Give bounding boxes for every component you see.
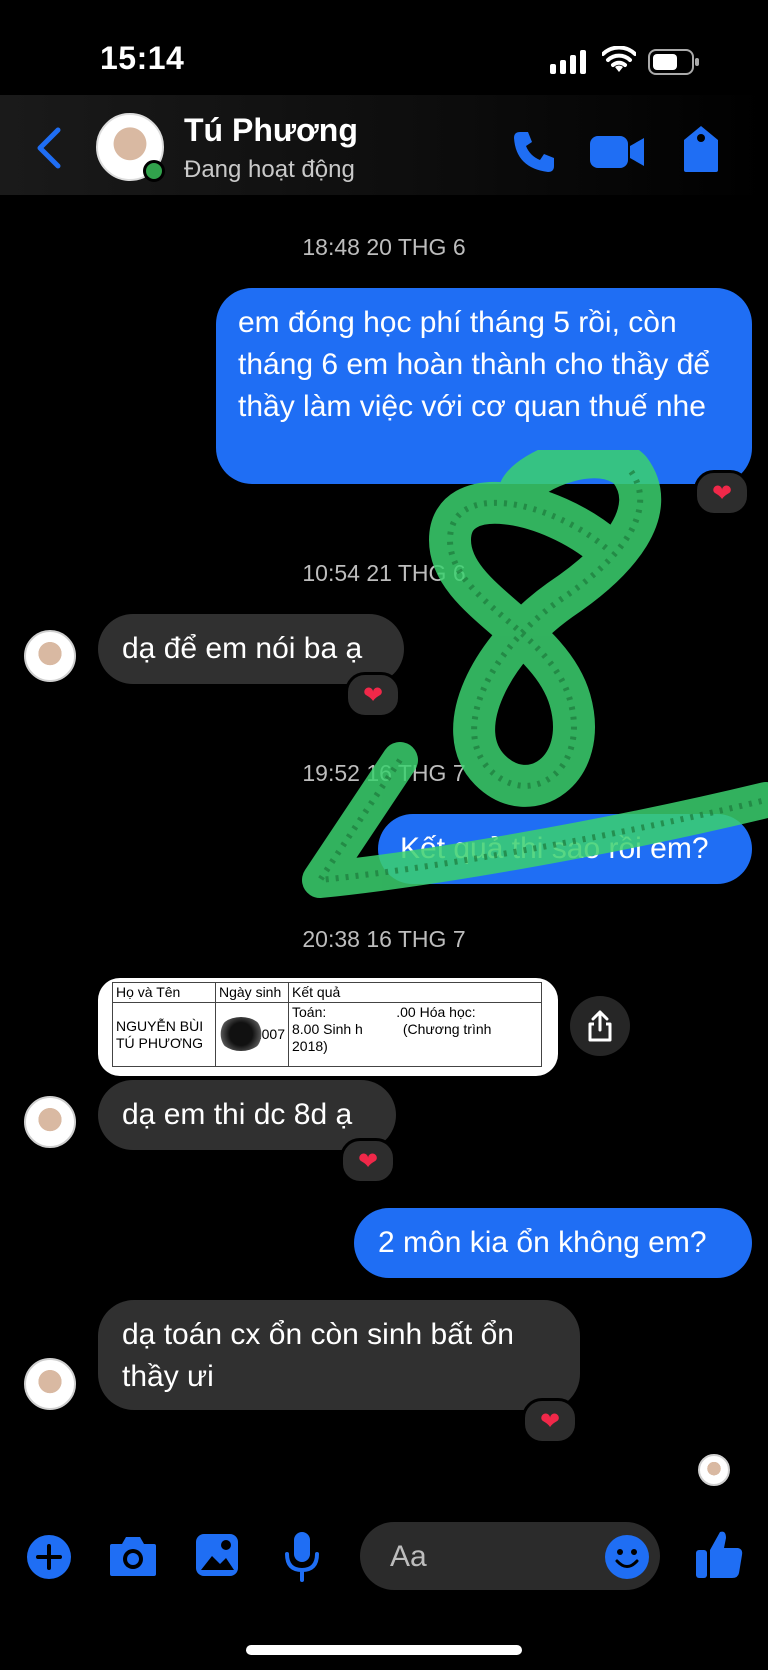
message-input-placeholder: Aa xyxy=(390,1540,427,1573)
video-camera-icon[interactable] xyxy=(590,132,644,172)
share-button[interactable] xyxy=(570,996,630,1056)
table-header: Kết quả xyxy=(288,982,542,1003)
student-name: NGUYỄN BÙI TÚ PHƯƠNG xyxy=(112,1002,216,1067)
thumbs-up-icon[interactable] xyxy=(694,1528,744,1580)
table-header: Họ và Tên xyxy=(112,982,216,1003)
heart-reaction[interactable]: ❤ xyxy=(340,1138,396,1184)
contact-avatar-small[interactable] xyxy=(24,1358,76,1410)
exam-result-image[interactable]: Họ và Tên Ngày sinh Kết quả NGUYỄN BÙI T… xyxy=(98,978,558,1076)
heart-reaction[interactable]: ❤ xyxy=(345,672,401,718)
incoming-message[interactable]: dạ toán cx ổn còn sinh bất ổn thầy ưi xyxy=(98,1300,580,1410)
battery-icon xyxy=(648,49,699,75)
outgoing-message[interactable]: Kết quả thi sao rồi em? xyxy=(378,814,752,884)
date-of-birth: /2007 xyxy=(215,1002,289,1067)
wifi-icon xyxy=(602,46,636,72)
outgoing-message[interactable]: em đóng học phí tháng 5 rồi, còn tháng 6… xyxy=(216,288,752,484)
microphone-icon[interactable] xyxy=(284,1530,320,1582)
timestamp: 19:52 16 THG 7 xyxy=(302,760,466,786)
timestamp: 10:54 21 THG 6 xyxy=(302,560,466,586)
outgoing-message[interactable]: 2 môn kia ổn không em? xyxy=(354,1208,752,1278)
gallery-icon[interactable] xyxy=(194,1532,240,1578)
contact-status: Đang hoạt động xyxy=(184,156,355,183)
contact-name[interactable]: Tú Phương xyxy=(184,112,358,149)
heart-reaction[interactable]: ❤ xyxy=(522,1398,578,1444)
contact-avatar-small[interactable] xyxy=(24,630,76,682)
timestamp: 20:38 16 THG 7 xyxy=(302,926,466,952)
back-arrow-icon[interactable] xyxy=(34,126,64,170)
plus-circle-icon[interactable] xyxy=(26,1534,72,1580)
contact-avatar-small[interactable] xyxy=(24,1096,76,1148)
tag-icon[interactable] xyxy=(680,124,722,174)
online-status-dot xyxy=(143,160,165,182)
camera-icon[interactable] xyxy=(108,1534,158,1578)
home-indicator xyxy=(246,1645,522,1655)
heart-reaction[interactable]: ❤ xyxy=(694,470,750,516)
cellular-signal-icon xyxy=(550,50,586,74)
redaction-blot xyxy=(218,1017,264,1051)
table-header: Ngày sinh xyxy=(215,982,289,1003)
emoji-icon[interactable] xyxy=(604,1534,650,1580)
seen-receipt-avatar xyxy=(698,1454,730,1486)
timestamp: 18:48 20 THG 6 xyxy=(302,234,466,260)
share-icon xyxy=(588,1010,612,1042)
phone-icon[interactable] xyxy=(510,128,558,176)
status-time: 15:14 xyxy=(100,40,185,76)
exam-results: Toán: .00 Hóa học: 8.00 Sinh h (Chương trì… xyxy=(288,1002,542,1067)
